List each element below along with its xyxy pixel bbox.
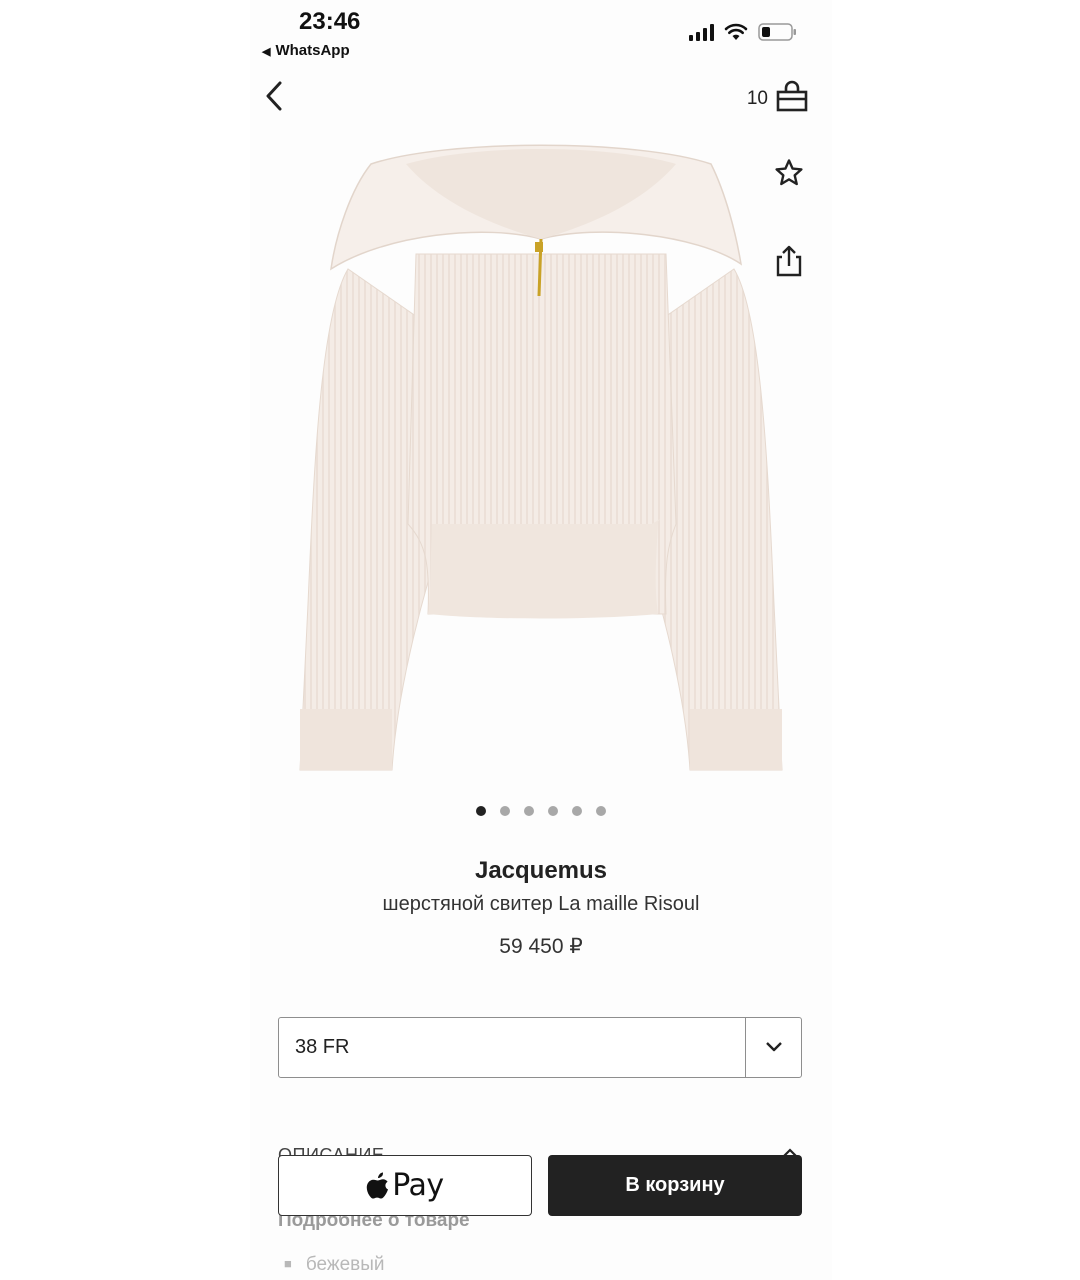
description-item-label: бежевый bbox=[305, 1254, 385, 1275]
status-time: 23:46 bbox=[299, 8, 361, 35]
back-app-label: WhatsApp bbox=[275, 42, 350, 59]
size-value: 38 FR bbox=[295, 1036, 350, 1058]
cart-count: 10 bbox=[746, 88, 768, 109]
status-back-to-app[interactable]: ◀ WhatsApp bbox=[262, 42, 350, 59]
shopping-bag-icon[interactable] bbox=[776, 80, 808, 112]
product-name: шерстяной свитер La maille Risoul bbox=[382, 893, 700, 915]
carousel-dot[interactable] bbox=[500, 806, 510, 816]
wifi-icon bbox=[724, 23, 748, 40]
app-screen: 23:46 ◀ WhatsApp 10 Jacquemus шерстяной … bbox=[250, 0, 832, 1280]
bullet-icon: ■ bbox=[284, 1256, 292, 1271]
back-triangle-icon: ◀ bbox=[262, 46, 271, 58]
back-icon[interactable] bbox=[260, 78, 290, 114]
chevron-down-icon bbox=[766, 1042, 782, 1052]
carousel-dot[interactable] bbox=[548, 806, 558, 816]
apple-pay-label: Pay bbox=[392, 1168, 444, 1203]
product-image[interactable] bbox=[296, 144, 786, 774]
size-select[interactable]: 38 FR bbox=[278, 1017, 802, 1078]
apple-logo-icon bbox=[367, 1172, 389, 1198]
size-select-divider bbox=[745, 1018, 746, 1077]
image-carousel-dots bbox=[250, 806, 832, 816]
carousel-dot[interactable] bbox=[572, 806, 582, 816]
status-icons bbox=[689, 22, 798, 42]
battery-icon bbox=[758, 23, 796, 41]
carousel-dot[interactable] bbox=[596, 806, 606, 816]
description-item: ■ бежевый bbox=[284, 1254, 385, 1276]
carousel-dot[interactable] bbox=[524, 806, 534, 816]
signal-icon bbox=[689, 23, 714, 41]
product-price: 59 450 ₽ bbox=[499, 935, 583, 958]
add-to-cart-button[interactable]: В корзину bbox=[548, 1155, 802, 1216]
product-brand: Jacquemus bbox=[474, 857, 608, 884]
carousel-dot[interactable] bbox=[476, 806, 486, 816]
apple-pay-button[interactable]: Pay bbox=[278, 1155, 532, 1216]
